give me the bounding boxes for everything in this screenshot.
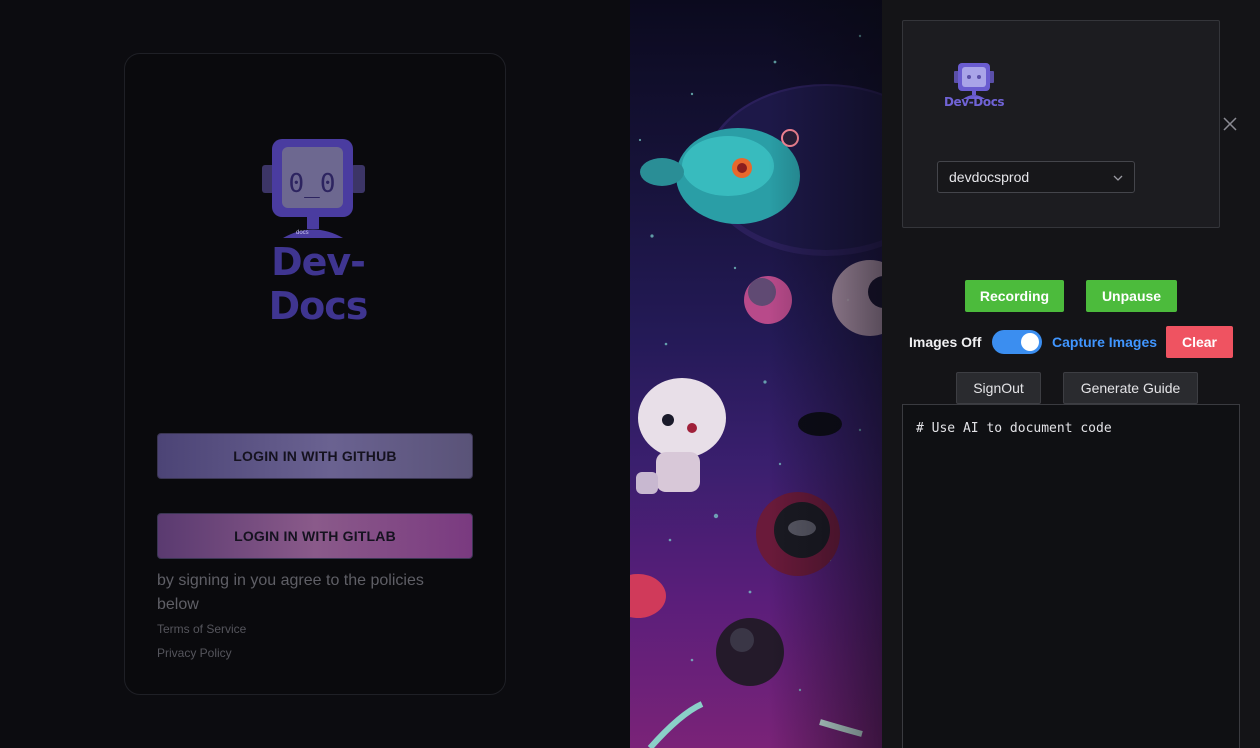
login-gitlab-button[interactable]: LOGIN IN WITH GITLAB [157,513,473,559]
space-artwork [630,0,882,748]
toggle-knob [1021,333,1039,351]
logo-badge-text: docs [296,230,309,236]
recording-button[interactable]: Recording [965,280,1064,312]
org-select-value: devdocsprod [949,169,1030,185]
signout-button[interactable]: SignOut [956,372,1041,404]
images-off-label: Images Off [909,334,982,350]
logo-face-text: 0_0 [289,169,336,199]
login-page: 0_0 docs Dev-Docs LOGIN IN WITH GITHUB L… [0,0,630,748]
unpause-button[interactable]: Unpause [1086,280,1177,312]
privacy-policy-link[interactable]: Privacy Policy [157,646,232,660]
extension-panel: Dev-Docs devdocsprod Recording Unpause I… [882,0,1260,748]
terms-of-service-link[interactable]: Terms of Service [157,622,246,636]
capture-images-toggle[interactable] [992,330,1042,354]
generate-guide-button[interactable]: Generate Guide [1063,372,1198,404]
login-card: 0_0 docs Dev-Docs LOGIN IN WITH GITHUB L… [124,53,506,695]
close-icon[interactable] [1222,116,1238,132]
chevron-down-icon [1112,171,1124,187]
markdown-editor[interactable]: # Use AI to document code [902,404,1240,748]
brand-name: Dev-Docs [268,240,369,328]
agreement-text: by signing in you agree to the policies … [157,572,424,613]
artwork-shade [630,0,882,748]
org-selector-card: Dev-Docs devdocsprod [902,20,1220,228]
editor-content: # Use AI to document code [916,421,1112,436]
org-select[interactable]: devdocsprod [937,161,1135,193]
clear-button[interactable]: Clear [1166,326,1233,358]
capture-images-label: Capture Images [1052,334,1158,350]
page: 0_0 docs Dev-Docs LOGIN IN WITH GITHUB L… [0,0,1260,748]
login-github-button[interactable]: LOGIN IN WITH GITHUB [157,433,473,479]
panel-brand-name: Dev-Docs [944,95,1005,109]
